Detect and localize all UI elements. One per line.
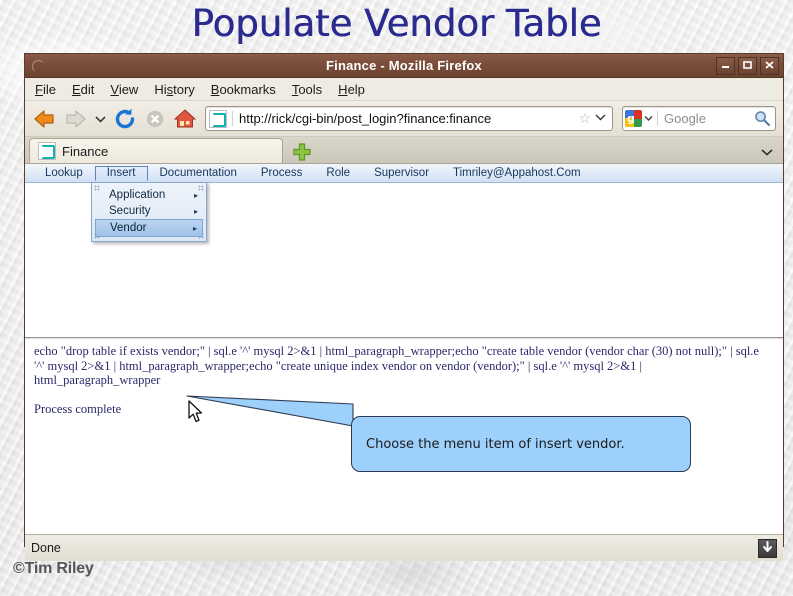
output-status-line: Process complete bbox=[34, 401, 122, 416]
app-menu-process[interactable]: Process bbox=[249, 166, 315, 181]
home-icon[interactable] bbox=[172, 106, 198, 132]
back-arrow-icon[interactable] bbox=[32, 106, 58, 132]
download-arrow-icon[interactable] bbox=[758, 538, 777, 558]
google-icon: g bbox=[625, 110, 642, 127]
page-title: Populate Vendor Table bbox=[191, 2, 602, 45]
maximize-button[interactable] bbox=[738, 57, 757, 75]
menu-item-label: Vendor bbox=[110, 222, 147, 234]
app-menu-lookup[interactable]: Lookup bbox=[33, 166, 95, 181]
menu-edit[interactable]: Edit bbox=[72, 82, 94, 97]
menu-item-security[interactable]: Security ▸ bbox=[95, 203, 203, 219]
menu-bookmarks[interactable]: Bookmarks bbox=[211, 82, 276, 97]
menu-help[interactable]: Help bbox=[338, 82, 365, 97]
browser-window: Finance - Mozilla Firefox File Edit View… bbox=[24, 53, 784, 561]
status-bar: Done bbox=[25, 534, 783, 561]
callout-text: Choose the menu item of insert vendor. bbox=[366, 436, 625, 452]
callout-box: Choose the menu item of insert vendor. bbox=[351, 416, 691, 472]
app-icon bbox=[32, 60, 45, 73]
output-command-line: echo "drop table if exists vendor;" | sq… bbox=[34, 344, 759, 387]
browser-menubar: File Edit View History Bookmarks Tools H… bbox=[25, 78, 783, 101]
reload-icon[interactable] bbox=[112, 106, 138, 132]
insert-dropdown-menu: Application ▸ Security ▸ Vendor ▸ bbox=[91, 182, 207, 242]
window-controls bbox=[716, 57, 779, 75]
menu-item-vendor[interactable]: Vendor ▸ bbox=[95, 219, 203, 237]
search-icon[interactable] bbox=[753, 109, 773, 129]
app-menu-documentation[interactable]: Documentation bbox=[148, 166, 249, 181]
page-content: Lookup Insert Documentation Process Role… bbox=[25, 164, 783, 534]
menu-item-label: Application bbox=[109, 189, 166, 201]
menu-tools[interactable]: Tools bbox=[292, 82, 322, 97]
url-bar[interactable]: http://rick/cgi-bin/post_login?finance:f… bbox=[205, 106, 613, 131]
search-bar[interactable]: g Google bbox=[622, 106, 776, 131]
tab-list-chevron-icon[interactable] bbox=[761, 147, 773, 163]
stop-icon bbox=[142, 106, 168, 132]
forward-arrow-icon bbox=[62, 106, 88, 132]
app-menu-role[interactable]: Role bbox=[314, 166, 362, 181]
tab-label: Finance bbox=[62, 143, 109, 159]
tab-favicon-icon bbox=[38, 142, 56, 160]
copyright-notice: ©Tim Riley bbox=[13, 560, 94, 577]
submenu-arrow-icon: ▸ bbox=[193, 206, 198, 216]
app-menu-user-email[interactable]: Timriley@Appahost.Com bbox=[441, 166, 593, 181]
svg-text:g: g bbox=[627, 112, 635, 125]
status-text: Done bbox=[31, 541, 61, 555]
bookmark-star-icon[interactable]: ☆ bbox=[574, 110, 595, 127]
url-dropdown-icon[interactable] bbox=[595, 113, 609, 124]
search-input[interactable]: Google bbox=[657, 111, 753, 126]
close-button[interactable] bbox=[760, 57, 779, 75]
site-favicon-icon bbox=[209, 109, 227, 128]
search-engine-chevron-icon[interactable] bbox=[642, 110, 654, 127]
submenu-arrow-icon: ▸ bbox=[192, 223, 197, 233]
menu-view[interactable]: View bbox=[110, 82, 138, 97]
menu-file[interactable]: File bbox=[35, 82, 56, 97]
window-title: Finance - Mozilla Firefox bbox=[326, 58, 482, 73]
submenu-arrow-icon: ▸ bbox=[193, 190, 198, 200]
tab-finance[interactable]: Finance bbox=[29, 138, 283, 163]
app-menu-bar: Lookup Insert Documentation Process Role… bbox=[25, 164, 783, 183]
chevron-down-icon[interactable] bbox=[92, 106, 108, 132]
tab-strip: Finance bbox=[25, 137, 783, 164]
menu-item-label: Security bbox=[109, 205, 151, 217]
navigation-toolbar: http://rick/cgi-bin/post_login?finance:f… bbox=[25, 101, 783, 137]
callout-pointer bbox=[185, 392, 365, 457]
content-divider bbox=[25, 337, 783, 339]
app-menu-supervisor[interactable]: Supervisor bbox=[362, 166, 441, 181]
menu-item-application[interactable]: Application ▸ bbox=[95, 187, 203, 203]
new-tab-button[interactable] bbox=[291, 141, 313, 163]
url-input[interactable]: http://rick/cgi-bin/post_login?finance:f… bbox=[232, 111, 574, 126]
menu-history[interactable]: History bbox=[154, 82, 194, 97]
minimize-button[interactable] bbox=[716, 57, 735, 75]
app-menu-insert[interactable]: Insert bbox=[94, 165, 148, 181]
window-titlebar: Finance - Mozilla Firefox bbox=[25, 54, 783, 78]
